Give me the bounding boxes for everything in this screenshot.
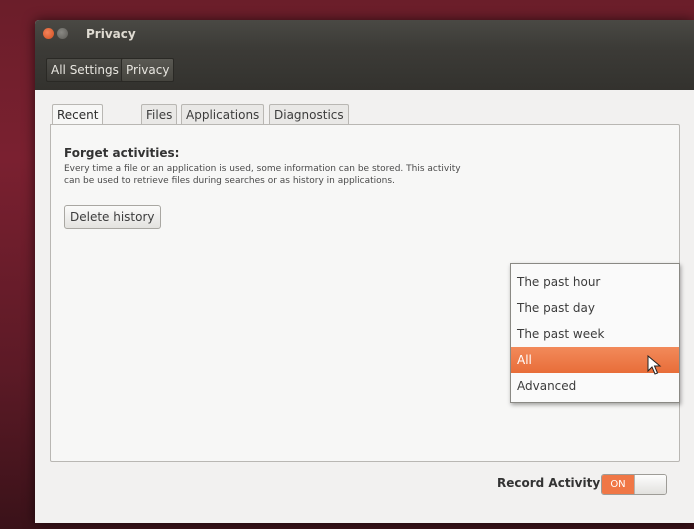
option-past-day[interactable]: The past day: [511, 295, 679, 321]
delete-history-button[interactable]: Delete history: [64, 205, 161, 229]
breadcrumb: All Settings Privacy: [35, 48, 694, 90]
option-advanced[interactable]: Advanced: [511, 373, 679, 399]
option-past-hour[interactable]: The past hour: [511, 269, 679, 295]
forget-activities-heading: Forget activities:: [64, 146, 180, 160]
forget-activities-description: Every time a file or an application is u…: [64, 164, 461, 186]
tab-applications[interactable]: Applications: [181, 104, 265, 125]
title-bar: Privacy: [35, 20, 694, 48]
close-icon[interactable]: [43, 28, 54, 39]
toggle-knob[interactable]: [634, 475, 666, 494]
time-range-dropdown[interactable]: The past hour The past day The past week…: [510, 263, 680, 403]
minimize-icon[interactable]: [57, 28, 68, 39]
tab-recent-items[interactable]: Recent Items: [52, 104, 104, 142]
recent-items-panel: Forget activities: Every time a file or …: [50, 124, 680, 462]
option-all[interactable]: All: [511, 347, 679, 375]
window-title: Privacy: [86, 27, 136, 41]
breadcrumb-all-settings[interactable]: All Settings: [46, 58, 124, 82]
record-activity-toggle[interactable]: ON: [601, 474, 667, 495]
record-activity-label: Record Activity: [497, 476, 601, 490]
breadcrumb-privacy[interactable]: Privacy: [121, 58, 175, 82]
privacy-window: Privacy All Settings Privacy Recent Item…: [35, 20, 694, 523]
tab-diagnostics[interactable]: Diagnostics: [269, 104, 349, 125]
option-past-week[interactable]: The past week: [511, 321, 679, 347]
tab-files[interactable]: Files: [141, 104, 178, 125]
option-all-label: All: [517, 353, 532, 367]
mouse-pointer-icon: [647, 355, 662, 375]
toggle-on-label: ON: [602, 475, 634, 494]
